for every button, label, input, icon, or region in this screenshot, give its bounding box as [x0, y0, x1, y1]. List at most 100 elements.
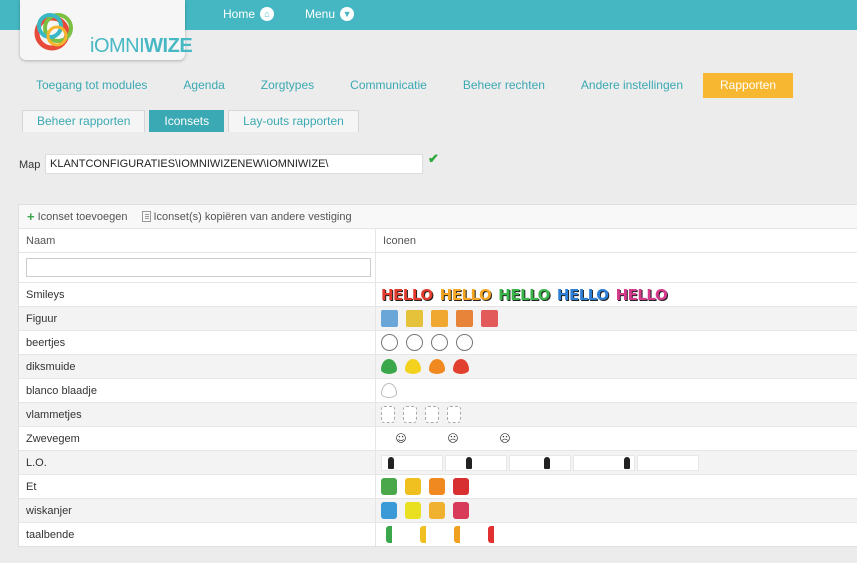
iconset-list: Smileys HELLO HELLO HELLO HELLO HELLO Fi… [19, 283, 857, 546]
checkmark-icon[interactable]: ✔ [428, 151, 439, 167]
neutral-face-icon: ☹ [447, 432, 459, 445]
row-name: Figuur [19, 307, 376, 330]
character-icon [453, 502, 469, 519]
bear-icon [381, 334, 398, 351]
menu-label: Menu [305, 7, 336, 21]
running-figure-icon [509, 454, 571, 471]
icon-preview [376, 403, 857, 426]
tab-beheer-rapporten[interactable]: Beheer rapporten [22, 110, 146, 132]
map-path-input[interactable] [45, 154, 423, 174]
table-row[interactable]: L.O. [19, 451, 857, 475]
row-name: vlammetjes [19, 403, 376, 426]
tab-zorgtypes[interactable]: Zorgtypes [243, 73, 332, 98]
row-name: Smileys [19, 283, 376, 306]
icon-preview [376, 355, 857, 378]
bear-icon [456, 334, 473, 351]
leaf-icon [381, 359, 397, 374]
icon-preview: ☺ ☹ ☹ [376, 427, 857, 450]
figure-icon [481, 310, 498, 327]
leaf-icon [405, 359, 421, 374]
table-row[interactable]: beertjes [19, 331, 857, 355]
leaf-icon [453, 359, 469, 374]
icon-preview: HELLO HELLO HELLO HELLO HELLO [376, 283, 857, 306]
tab-agenda[interactable]: Agenda [165, 73, 242, 98]
hello-icon: HELLO [439, 285, 492, 304]
running-figure-icon [445, 454, 507, 471]
menu-nav[interactable]: Menu ▼ [305, 7, 355, 21]
flame-icon [425, 406, 439, 423]
table-row[interactable]: taalbende [19, 523, 857, 546]
figure-icon [431, 310, 448, 327]
table-row[interactable]: diksmuide [19, 355, 857, 379]
table-row[interactable]: Zwevegem ☺ ☹ ☹ [19, 427, 857, 451]
character-icon [381, 502, 397, 519]
logo-text: iOMNIWIZE [90, 35, 193, 57]
figure-icon [406, 310, 423, 327]
character-icon [405, 502, 421, 519]
copy-icon [141, 211, 151, 222]
sub-tabs: Beheer rapporten Iconsets Lay-outs rappo… [22, 110, 359, 132]
character-icon [453, 478, 469, 495]
table-row[interactable]: blanco blaadje [19, 379, 857, 403]
chevron-down-icon: ▼ [340, 7, 355, 21]
tab-communicatie[interactable]: Communicatie [332, 73, 445, 98]
tab-andere-instellingen[interactable]: Andere instellingen [563, 73, 701, 98]
table-row[interactable]: Et [19, 475, 857, 499]
name-filter-input[interactable] [26, 258, 371, 277]
row-name: beertjes [19, 331, 376, 354]
character-icon [381, 478, 397, 495]
happy-face-icon: ☺ [395, 432, 407, 445]
running-figure-icon [573, 454, 635, 471]
running-figure-icon [381, 454, 443, 471]
add-iconset-button[interactable]: + Iconset toevoegen [27, 209, 128, 224]
icon-preview [376, 331, 857, 354]
column-header-naam[interactable]: Naam [19, 229, 376, 252]
flame-icon [403, 406, 417, 423]
empty-track-icon [637, 454, 699, 471]
character-icon [386, 526, 402, 543]
hello-icon: HELLO [381, 285, 433, 304]
character-icon [454, 526, 470, 543]
sad-face-icon: ☹ [499, 432, 511, 445]
table-row[interactable]: wiskanjer [19, 499, 857, 523]
icon-preview [376, 451, 857, 474]
tab-beheer-rechten[interactable]: Beheer rechten [445, 73, 563, 98]
table-header: Naam Iconen [19, 229, 857, 253]
row-name: wiskanjer [19, 499, 376, 522]
iconsets-panel: + Iconset toevoegen Iconset(s) kopiëren … [18, 204, 857, 547]
tab-layouts-rapporten[interactable]: Lay-outs rapporten [228, 110, 359, 132]
figure-icon [456, 310, 473, 327]
row-name: blanco blaadje [19, 379, 376, 402]
table-row[interactable]: Smileys HELLO HELLO HELLO HELLO HELLO [19, 283, 857, 307]
tab-toegang-tot-modules[interactable]: Toegang tot modules [18, 73, 165, 98]
row-name: L.O. [19, 451, 376, 474]
icon-preview [376, 523, 857, 546]
copy-iconsets-button[interactable]: Iconset(s) kopiëren van andere vestiging [141, 211, 352, 223]
row-name: Et [19, 475, 376, 498]
character-icon [429, 478, 445, 495]
bear-icon [406, 334, 423, 351]
column-header-iconen[interactable]: Iconen [376, 229, 416, 252]
bear-icon [431, 334, 448, 351]
home-label: Home [223, 7, 256, 21]
table-row[interactable]: Figuur [19, 307, 857, 331]
home-nav[interactable]: Home ⌂ [223, 7, 275, 21]
row-name: taalbende [19, 523, 376, 546]
blank-leaf-icon [381, 383, 397, 398]
character-icon [420, 526, 436, 543]
logo-rings-icon [34, 13, 73, 51]
logo[interactable]: iOMNIWIZE [20, 0, 193, 60]
table-row[interactable]: vlammetjes [19, 403, 857, 427]
filter-row [19, 253, 857, 283]
tab-rapporten[interactable]: Rapporten [703, 73, 794, 98]
add-iconset-label: Iconset toevoegen [37, 210, 128, 223]
tab-iconsets[interactable]: Iconsets [149, 110, 225, 132]
character-icon [488, 526, 504, 543]
hello-icon: HELLO [556, 285, 609, 304]
character-icon [405, 478, 421, 495]
icon-preview [376, 307, 857, 330]
map-label: Map [19, 159, 41, 171]
row-name: Zwevegem [19, 427, 376, 450]
row-name: diksmuide [19, 355, 376, 378]
icon-preview [376, 379, 857, 402]
